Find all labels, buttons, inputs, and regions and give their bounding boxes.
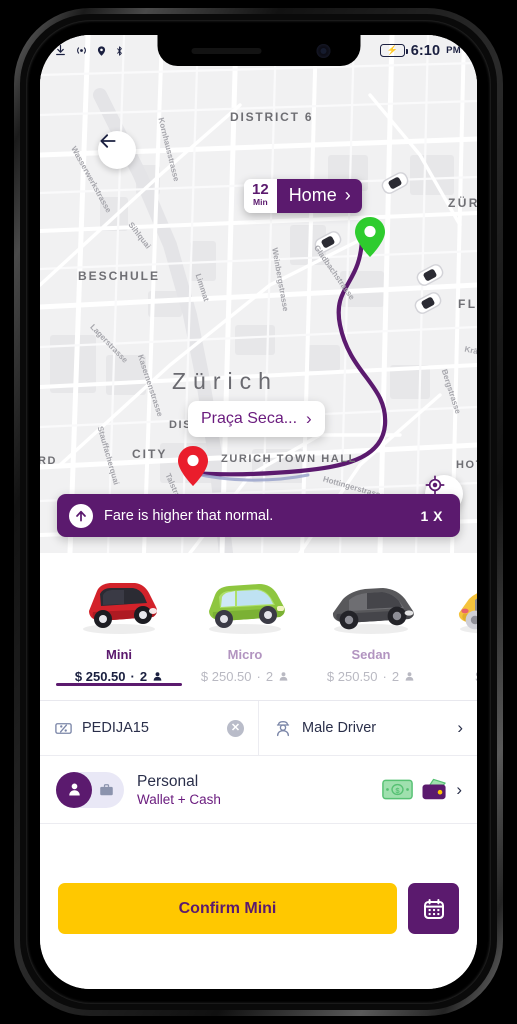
eta-chip: 12 Min — [244, 179, 277, 213]
clear-promo-button[interactable]: ✕ — [227, 719, 244, 737]
person-icon — [68, 783, 80, 796]
vehicle-option-mini[interactable]: Mini $ 250.50 · 2 — [56, 553, 182, 686]
vehicle-price-row: $ 250.50 · 2 — [182, 669, 308, 684]
vehicle-image-mini — [56, 563, 182, 645]
chevron-right-icon: › — [306, 409, 312, 428]
fare-multiplier: 1 X — [420, 507, 443, 524]
fare-banner[interactable]: Fare is higher that normal. 1 X — [57, 494, 460, 537]
cash-icon: $ — [382, 779, 414, 800]
vehicle-carousel[interactable]: Mini $ 250.50 · 2 Micro $ 250.50 · 2 Sed… — [40, 553, 477, 701]
vehicle-price: $ 250.5 — [475, 669, 477, 684]
vehicle-option-sedan[interactable]: Sedan $ 250.50 · 2 — [308, 553, 434, 684]
vehicle-seats: 2 — [265, 669, 274, 684]
toggle-knob — [56, 771, 92, 808]
battery-charging-icon: ⚡ — [379, 44, 408, 57]
account-type-toggle[interactable] — [56, 771, 124, 808]
pickup-badge[interactable]: Praça Seca... › — [188, 401, 325, 437]
status-bar-meridiem: PM — [446, 45, 461, 56]
person-seat-icon — [405, 672, 414, 681]
phone-notch — [157, 35, 360, 66]
status-bar-left-icons — [54, 44, 125, 58]
map-view[interactable]: DISTRICT 6 ZÜRICHB FLUNTE BESCHULE CITY … — [40, 35, 477, 553]
chevron-right-icon: › — [457, 718, 463, 737]
map-pin-green-icon — [355, 217, 385, 257]
person-seat-icon — [153, 672, 162, 681]
chevron-right-icon: › — [344, 185, 351, 206]
eta-value: 12 — [252, 181, 269, 198]
selected-indicator — [56, 683, 182, 686]
promo-code-value: PEDIJA15 — [82, 720, 149, 736]
arrow-up-circle-icon — [69, 503, 93, 528]
locate-target-icon — [425, 475, 445, 495]
vehicle-price-row: $ 250.5 — [434, 669, 477, 684]
vehicle-name: Micro — [227, 647, 263, 662]
vehicle-price-row: $ 250.50 · 2 — [308, 669, 434, 684]
vehicle-option-xl[interactable]: XL $ 250.5 — [434, 553, 477, 684]
pickup-label: Praça Seca... — [201, 410, 298, 427]
confirm-ride-button[interactable]: Confirm Mini — [58, 883, 397, 934]
map-city-title: Zürich — [172, 368, 278, 394]
schedule-ride-button[interactable] — [408, 883, 459, 934]
vehicle-seats: 2 — [139, 669, 148, 684]
eta-unit: Min — [253, 197, 268, 207]
chevron-right-icon: › — [456, 779, 462, 799]
map-tiles — [40, 35, 477, 553]
briefcase-icon — [100, 783, 113, 795]
bluetooth-icon — [117, 45, 122, 56]
vehicle-price-row: $ 250.50 · 2 — [56, 669, 182, 684]
promo-code-field[interactable]: PEDIJA15 ✕ — [40, 701, 259, 755]
payment-text: Personal Wallet + Cash — [137, 772, 369, 806]
vehicle-image-sedan — [308, 563, 434, 645]
front-camera — [316, 44, 330, 58]
carousel-divider — [40, 700, 477, 701]
location-icon — [97, 45, 106, 56]
driver-icon — [276, 720, 290, 737]
payment-title: Personal — [137, 773, 199, 791]
vehicle-price: $ 250.50 — [326, 669, 378, 684]
vehicle-price: $ 250.50 — [200, 669, 252, 684]
driver-preference-field[interactable]: Male Driver › — [259, 701, 477, 755]
person-seat-icon — [279, 672, 288, 681]
screenshot-stage: DISTRICT 6 ZÜRICHB FLUNTE BESCHULE CITY … — [0, 0, 517, 1024]
driver-preference-value: Male Driver — [302, 720, 377, 736]
phone-screen: DISTRICT 6 ZÜRICHB FLUNTE BESCHULE CITY … — [40, 35, 477, 989]
cast-icon — [77, 47, 86, 54]
svg-text:$: $ — [396, 786, 401, 795]
payment-row[interactable]: Personal Wallet + Cash $ › — [40, 756, 477, 824]
destination-chip[interactable]: Home › — [276, 179, 362, 213]
fare-banner-text: Fare is higher that normal. — [104, 507, 274, 524]
destination-badge[interactable]: 12 Min Home › — [244, 179, 362, 213]
download-icon — [56, 45, 65, 56]
vehicle-price: $ 250.50 — [74, 669, 126, 684]
status-bar-clock: 6:10 — [410, 42, 441, 59]
vehicle-name: Mini — [106, 647, 132, 662]
wallet-icon — [422, 778, 447, 799]
options-row: PEDIJA15 ✕ Male Driver › — [40, 701, 477, 756]
calendar-icon — [423, 898, 444, 919]
dot-separator: · — [130, 669, 135, 684]
payment-subtitle: Wallet + Cash — [137, 791, 221, 807]
vehicle-name: Sedan — [351, 647, 391, 662]
vehicle-option-micro[interactable]: Micro $ 250.50 · 2 — [182, 553, 308, 684]
dot-separator: · — [256, 669, 261, 684]
payment-method-icons[interactable]: $ › — [382, 778, 462, 802]
dot-separator: · — [382, 669, 387, 684]
coupon-percent-icon — [55, 722, 72, 734]
back-arrow-icon — [100, 134, 116, 148]
booking-sheet: Mini $ 250.50 · 2 Micro $ 250.50 · 2 Sed… — [40, 553, 477, 989]
destination-label: Home — [288, 185, 337, 206]
back-button[interactable] — [98, 131, 136, 169]
vehicle-image-xl — [434, 563, 477, 645]
vehicle-image-micro — [182, 563, 308, 645]
vehicle-seats: 2 — [391, 669, 400, 684]
map-pin-red-icon — [178, 446, 208, 486]
status-bar-right: ⚡ 6:10 PM — [379, 42, 461, 59]
action-bar: Confirm Mini — [40, 883, 477, 934]
vehicle-name: XL — [434, 647, 477, 662]
earpiece-speaker — [191, 48, 261, 54]
